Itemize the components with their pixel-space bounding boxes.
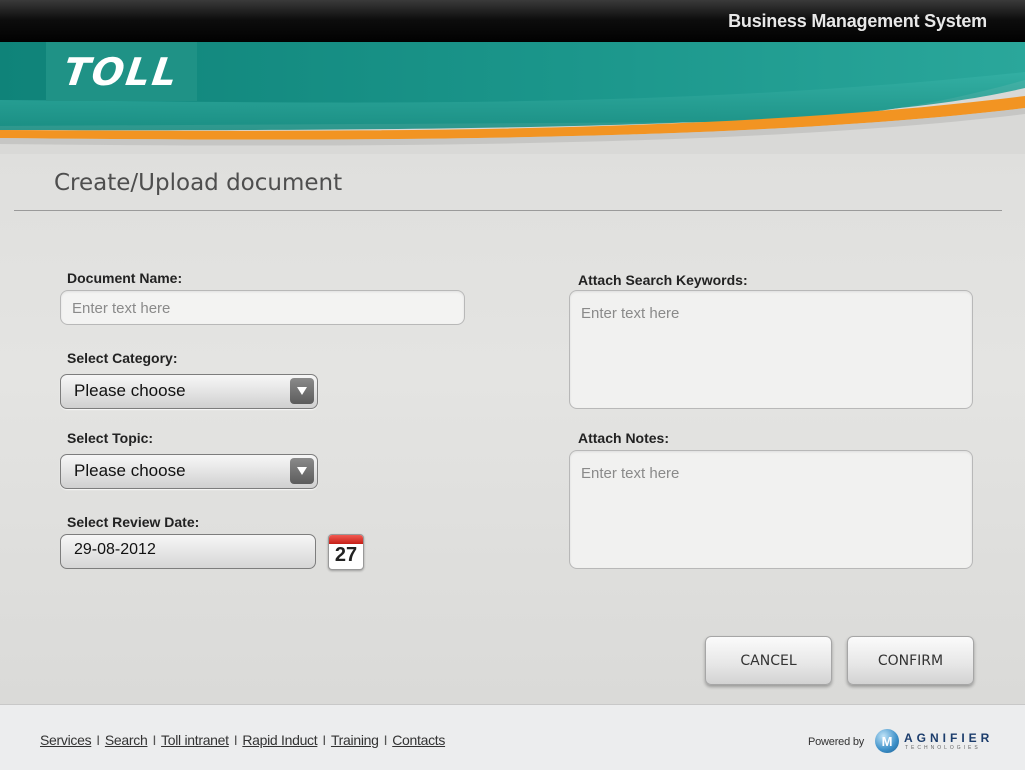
footer-link-search[interactable]: Search	[105, 732, 148, 748]
toll-logo: TOLL	[46, 42, 197, 101]
notes-placeholder: Enter text here	[581, 465, 680, 482]
title-divider	[14, 210, 1002, 211]
category-select[interactable]: Please choose	[60, 374, 318, 409]
footer: Services I Search I Toll intranet I Rapid Indu…	[0, 704, 1025, 770]
category-selected-value: Please choose	[74, 381, 186, 400]
agnifier-logo-icon: M	[875, 729, 899, 753]
top-bar: Business Management System	[0, 0, 1025, 44]
footer-link-training[interactable]: Training	[331, 732, 379, 748]
category-label: Select Category:	[67, 350, 178, 366]
chevron-down-icon[interactable]	[290, 458, 314, 484]
system-title: Business Management System	[728, 11, 987, 31]
main-content: Create/Upload document Document Name: En…	[0, 154, 1025, 704]
review-date-input[interactable]: 29-08-2012	[60, 534, 316, 569]
topic-select[interactable]: Please choose	[60, 454, 318, 489]
notes-label: Attach Notes:	[578, 430, 670, 446]
powered-by-text: Powered by	[808, 736, 865, 748]
document-name-placeholder: Enter text here	[72, 300, 171, 317]
document-name-label: Document Name:	[67, 270, 183, 286]
keywords-label: Attach Search Keywords:	[578, 272, 748, 288]
keywords-textarea[interactable]: Enter text here	[569, 290, 973, 409]
logo-text: TOLL	[61, 49, 182, 94]
chevron-down-icon[interactable]	[290, 378, 314, 404]
notes-textarea[interactable]: Enter text here	[569, 450, 973, 569]
review-date-label: Select Review Date:	[67, 514, 200, 530]
page-title: Create/Upload document	[54, 170, 343, 196]
footer-link-contacts[interactable]: Contacts	[392, 732, 445, 748]
topic-selected-value: Please choose	[74, 461, 186, 480]
footer-link-services[interactable]: Services	[40, 732, 92, 748]
footer-link-toll-intranet[interactable]: Toll intranet	[161, 732, 229, 748]
agnifier-brand: AGNIFIER	[904, 731, 994, 745]
agnifier-brand-sub: TECHNOLOGIES	[905, 745, 981, 751]
review-date-value: 29-08-2012	[74, 541, 156, 558]
calendar-header	[329, 535, 363, 544]
header-banner: TOLL	[0, 42, 1025, 154]
footer-links: Services I Search I Toll intranet I Rapid Indu…	[40, 732, 446, 748]
confirm-button[interactable]: CONFIRM	[847, 636, 974, 685]
topic-label: Select Topic:	[67, 430, 154, 446]
keywords-placeholder: Enter text here	[581, 305, 680, 322]
calendar-icon[interactable]: 27	[328, 534, 364, 570]
calendar-day: 27	[334, 544, 358, 566]
footer-link-rapid-induct[interactable]: Rapid Induct	[242, 732, 317, 748]
document-name-input[interactable]: Enter text here	[60, 290, 465, 325]
cancel-button[interactable]: CANCEL	[705, 636, 832, 685]
